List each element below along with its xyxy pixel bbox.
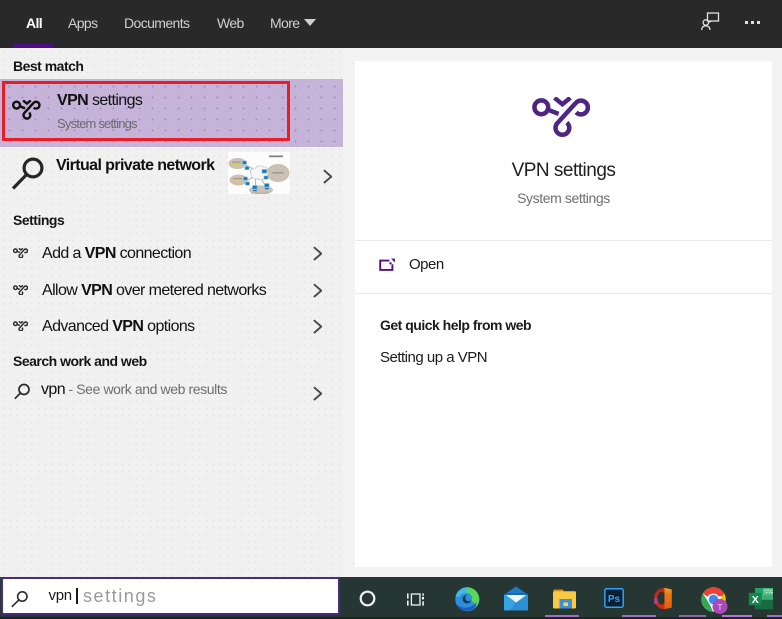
svg-text:Ps: Ps [608, 594, 621, 605]
svg-text:X: X [752, 594, 759, 606]
svg-text:T: T [717, 602, 722, 612]
